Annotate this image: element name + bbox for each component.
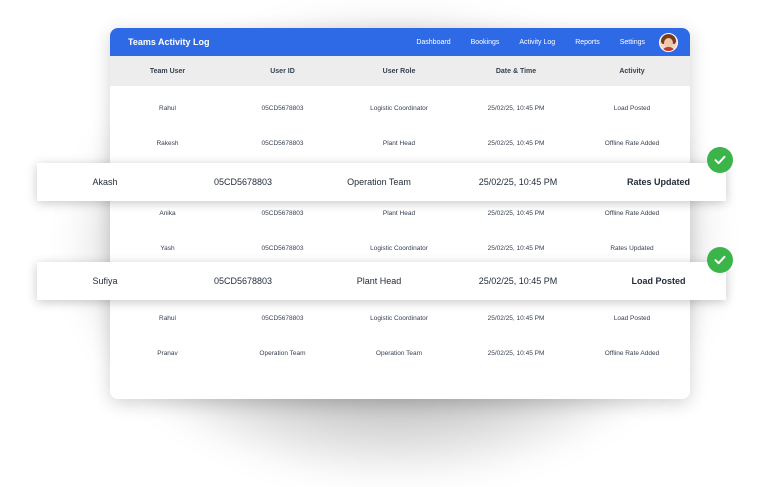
cell-user-role: Plant Head: [382, 139, 416, 147]
cell-user-role: Logistic Coordinator: [370, 244, 428, 252]
activity-log-window: Teams Activity Log Dashboard Bookings Ac…: [110, 28, 690, 399]
header-date-time: Date & Time: [495, 67, 537, 75]
header-user-id: User ID: [270, 67, 295, 75]
cell-user-id: Operation Team: [259, 349, 306, 357]
cell-team-user: Anika: [159, 209, 176, 217]
cell-date-time: 25/02/25, 10:45 PM: [487, 244, 545, 252]
top-bar: Teams Activity Log Dashboard Bookings Ac…: [110, 28, 690, 56]
cell-user-role: Logistic Coordinator: [370, 314, 428, 322]
cell-activity: Rates Updated: [626, 177, 690, 187]
cell-activity: Rates Updated: [610, 244, 654, 252]
cell-activity: Load Posted: [631, 276, 686, 286]
cell-user-id: 05CD5678803: [261, 244, 304, 252]
cell-user-id: 05CD5678803: [261, 104, 304, 112]
cell-user-id: 05CD5678803: [261, 139, 304, 147]
check-icon: [707, 247, 733, 273]
cell-user-role: Operation Team: [375, 349, 423, 357]
cell-user-id: 05CD5678803: [261, 314, 304, 322]
cell-team-user: Rahul: [159, 314, 176, 322]
cell-user-role: Operation Team: [347, 177, 411, 187]
cell-date-time: 25/02/25, 10:45 PM: [487, 104, 545, 112]
cell-activity: Load Posted: [613, 104, 651, 112]
top-nav: Dashboard Bookings Activity Log Reports …: [396, 39, 645, 46]
cell-date-time: 25/02/25, 10:45 PM: [478, 276, 558, 286]
table-header: Team User User ID User Role Date & Time …: [110, 56, 690, 86]
table-row[interactable]: Pranav Operation Team Operation Team 25/…: [110, 343, 690, 363]
cell-user-id: 05CD5678803: [213, 177, 273, 187]
cell-activity: Offline Rate Added: [604, 349, 660, 357]
cell-user-id: 05CD5678803: [213, 276, 273, 286]
table-row[interactable]: Yash 05CD5678803 Logistic Coordinator 25…: [110, 238, 690, 258]
app-title: Teams Activity Log: [128, 37, 210, 47]
cell-team-user: Sufiya: [92, 276, 118, 286]
nav-activity-log[interactable]: Activity Log: [519, 39, 555, 46]
cell-activity: Offline Rate Added: [604, 139, 660, 147]
cell-date-time: 25/02/25, 10:45 PM: [487, 314, 545, 322]
cell-user-role: Plant Head: [356, 276, 402, 286]
table-row[interactable]: Anika 05CD5678803 Plant Head 25/02/25, 1…: [110, 203, 690, 223]
highlighted-row-sufiya[interactable]: Sufiya 05CD5678803 Plant Head 25/02/25, …: [37, 262, 726, 300]
cell-date-time: 25/02/25, 10:45 PM: [487, 209, 545, 217]
nav-settings[interactable]: Settings: [620, 39, 645, 46]
table-row[interactable]: Rahul 05CD5678803 Logistic Coordinator 2…: [110, 98, 690, 118]
cell-team-user: Rakesh: [156, 139, 179, 147]
highlighted-row-akash[interactable]: Akash 05CD5678803 Operation Team 25/02/2…: [37, 163, 726, 201]
cell-team-user: Pranav: [157, 349, 178, 357]
cell-user-role: Logistic Coordinator: [370, 104, 428, 112]
cell-activity: Load Posted: [613, 314, 651, 322]
header-team-user: Team User: [149, 67, 186, 75]
cell-user-id: 05CD5678803: [261, 209, 304, 217]
table-row[interactable]: Rakesh 05CD5678803 Plant Head 25/02/25, …: [110, 133, 690, 153]
check-icon: [707, 147, 733, 173]
cell-team-user: Yash: [160, 244, 175, 252]
cell-team-user: Rahul: [159, 104, 176, 112]
cell-team-user: Akash: [92, 177, 118, 187]
header-activity: Activity: [619, 67, 645, 75]
nav-reports[interactable]: Reports: [575, 39, 600, 46]
cell-date-time: 25/02/25, 10:45 PM: [487, 349, 545, 357]
header-user-role: User Role: [382, 67, 416, 75]
nav-dashboard[interactable]: Dashboard: [416, 39, 450, 46]
cell-user-role: Plant Head: [382, 209, 416, 217]
nav-bookings[interactable]: Bookings: [471, 39, 500, 46]
cell-date-time: 25/02/25, 10:45 PM: [487, 139, 545, 147]
cell-date-time: 25/02/25, 10:45 PM: [478, 177, 558, 187]
table-row[interactable]: Rahul 05CD5678803 Logistic Coordinator 2…: [110, 308, 690, 328]
cell-activity: Offline Rate Added: [604, 209, 660, 217]
avatar[interactable]: [659, 32, 678, 52]
